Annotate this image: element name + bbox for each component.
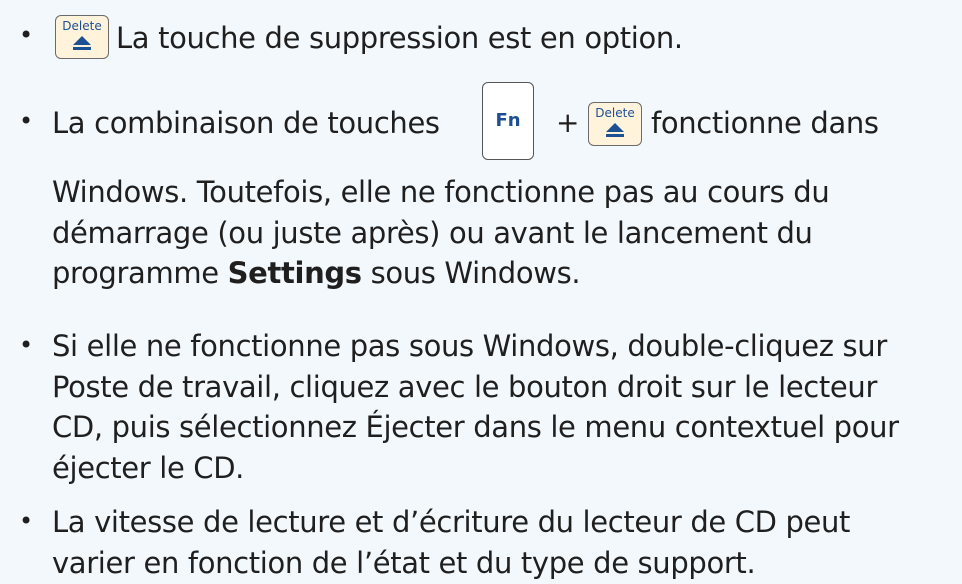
item-4-line-1: La vitesse de lecture et d’écriture du l… bbox=[52, 505, 851, 539]
item-3-line-4: éjecter le CD. bbox=[52, 450, 245, 485]
plus-sign: + bbox=[556, 106, 580, 139]
item-2-line-2: Windows. Toutefois, elle ne fonctionne p… bbox=[52, 175, 830, 209]
eject-icon bbox=[73, 36, 91, 50]
fn-key: Fn bbox=[482, 82, 534, 160]
bullet-marker: • bbox=[19, 107, 34, 135]
item-3-line-2: Poste de travail, cliquez avec le bouton… bbox=[52, 369, 878, 404]
item-2-line-4: programme Settings sous Windows. bbox=[52, 253, 957, 294]
item-4-line-2: varier en fonction de l’état et du type … bbox=[52, 545, 756, 580]
item-3-text: Si elle ne fonctionne pas sous Windows, … bbox=[52, 326, 957, 488]
item-2-continuation: Windows. Toutefois, elle ne fonctionne p… bbox=[52, 172, 957, 294]
bullet-marker: • bbox=[19, 331, 34, 359]
bullet-marker: • bbox=[19, 507, 34, 535]
item-4-text: La vitesse de lecture et d’écriture du l… bbox=[52, 502, 957, 583]
delete-key: Delete bbox=[588, 102, 642, 146]
settings-program-name: Settings bbox=[227, 256, 362, 290]
document-page: • Delete La touche de suppression est en… bbox=[0, 0, 962, 584]
delete-key-label: Delete bbox=[62, 19, 102, 33]
item-3-line-1: Si elle ne fonctionne pas sous Windows, … bbox=[52, 329, 887, 363]
item-2-line-4-suffix: sous Windows. bbox=[370, 256, 581, 290]
item-2-line-4-prefix: programme bbox=[52, 256, 219, 290]
item-1-text: La touche de suppression est en option. bbox=[116, 21, 683, 55]
delete-key-label: Delete bbox=[595, 106, 635, 120]
item-2-line-1-after: fonctionne dans bbox=[651, 106, 879, 140]
fn-key-label: Fn bbox=[495, 110, 521, 131]
bullet-marker: • bbox=[19, 21, 34, 49]
item-2-line-1-before: La combinaison de touches bbox=[52, 106, 440, 140]
item-2-line-3: démarrage (ou juste après) ou avant le l… bbox=[52, 215, 813, 250]
eject-icon bbox=[606, 123, 624, 137]
delete-key: Delete bbox=[55, 15, 109, 59]
item-3-line-3: CD, puis sélectionnez Éjecter dans le me… bbox=[52, 410, 899, 444]
